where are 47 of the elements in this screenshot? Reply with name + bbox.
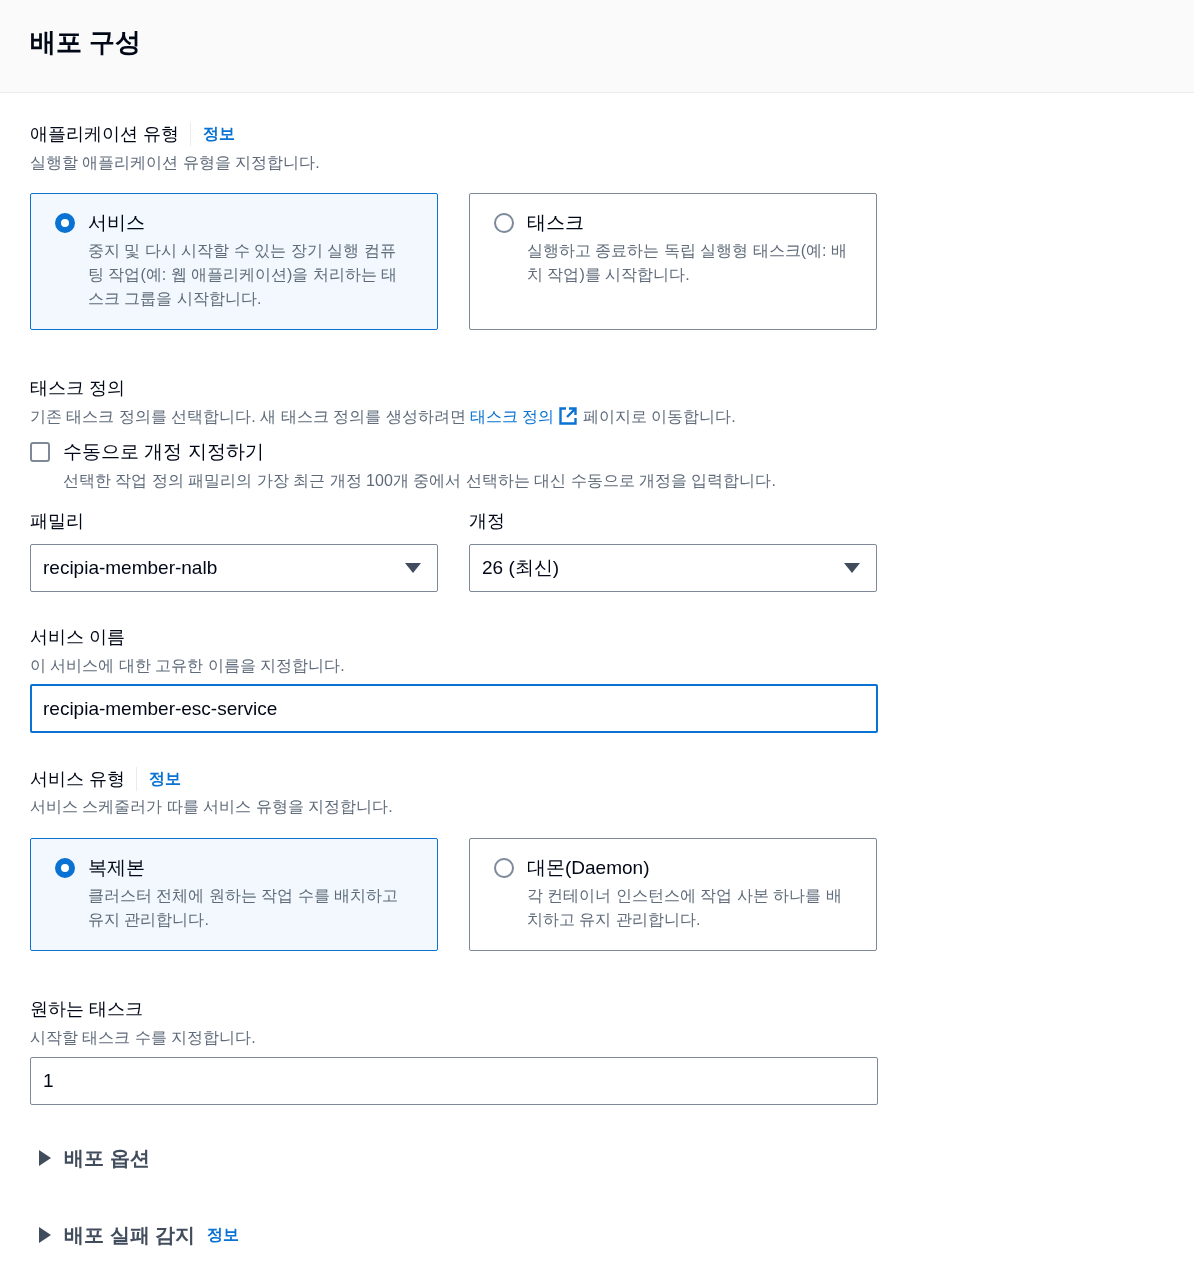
page-title: 배포 구성 xyxy=(30,26,142,58)
text-input[interactable]: recipia-member-esc-service xyxy=(30,684,878,733)
caret-down-icon xyxy=(405,563,421,573)
option-description: 각 컨테이너 인스턴스에 작업 사본 하나를 배치하고 유지 관리합니다. xyxy=(527,886,843,930)
radio-card[interactable]: 복제본 클러스터 전체에 원하는 작업 수를 배치하고 유지 관리합니다. xyxy=(30,838,438,951)
option-title: 태스크 xyxy=(527,211,585,235)
field-label: 패밀리 xyxy=(30,510,84,533)
field-label: 서비스 유형 xyxy=(30,768,125,791)
option-title: 서비스 xyxy=(88,211,146,235)
number-input[interactable]: 1 xyxy=(30,1057,878,1105)
field-label: 태스크 정의 xyxy=(30,377,125,400)
field-label: 서비스 이름 xyxy=(30,626,125,649)
radio-card[interactable]: 서비스 중지 및 다시 시작할 수 있는 장기 실행 컴퓨팅 작업(예: 웹 애플리케이션)을 처리하는 태스크 그룹을 시작합니다. xyxy=(30,193,438,330)
external-link-icon xyxy=(558,406,579,426)
caret-right-icon xyxy=(39,1227,51,1243)
option-description: 클러스터 전체에 원하는 작업 수를 배치하고 유지 관리합니다. xyxy=(88,886,400,930)
field-description: 기존 태스크 정의를 선택합니다. 새 태스크 정의를 생성하려면 태스크 정의 페이지로 이동합니다. xyxy=(30,405,737,428)
info-link[interactable]: 정보 xyxy=(207,1224,240,1246)
caret-right-icon xyxy=(39,1150,51,1166)
radio-button[interactable] xyxy=(494,213,514,233)
radio-button[interactable] xyxy=(494,858,514,878)
info-link[interactable]: 정보 xyxy=(149,768,181,790)
dropdown-select[interactable]: recipia-member-nalb xyxy=(30,544,438,592)
expand-section-button[interactable]: 배포 실패 감지 xyxy=(30,1221,196,1249)
radio-card[interactable]: 태스크 실행하고 종료하는 독립 실행형 태스크(예: 배치 작업)를 시작합니다. xyxy=(469,193,877,330)
option-description: 실행하고 종료하는 독립 실행형 태스크(예: 배치 작업)를 시작합니다. xyxy=(527,241,848,285)
task-definition-link[interactable]: 태스크 정의 xyxy=(470,408,579,425)
checkbox-label: 수동으로 개정 지정하기 xyxy=(63,440,264,464)
checkbox[interactable] xyxy=(30,442,50,462)
option-title: 복제본 xyxy=(88,856,146,880)
field-description: 실행할 애플리케이션 유형을 지정합니다. xyxy=(30,153,321,173)
dropdown-select[interactable]: 26 (최신) xyxy=(469,544,877,592)
option-description: 중지 및 다시 시작할 수 있는 장기 실행 컴퓨팅 작업(예: 웹 애플리케이션)을 처리하는 태스크 그룹을 시작합니다. xyxy=(88,241,399,309)
radio-card[interactable]: 대몬(Daemon) 각 컨테이너 인스턴스에 작업 사본 하나를 배치하고 유지 관리합니다. xyxy=(469,838,877,951)
expand-section-button[interactable]: 배포 옵션 xyxy=(30,1144,150,1172)
radio-button[interactable] xyxy=(55,213,75,233)
checkbox-description: 선택한 작업 정의 패밀리의 가장 최근 개정 100개 중에서 선택하는 대신 수동으로 개정을 입력합니다. xyxy=(63,471,777,491)
field-description: 이 서비스에 대한 고유한 이름을 지정합니다. xyxy=(30,656,346,676)
option-title: 대몬(Daemon) xyxy=(527,856,651,880)
field-label: 애플리케이션 유형 xyxy=(30,123,179,146)
field-label: 개정 xyxy=(469,510,505,533)
radio-button[interactable] xyxy=(55,858,75,878)
info-link[interactable]: 정보 xyxy=(203,123,235,145)
caret-down-icon xyxy=(844,563,860,573)
field-description: 서비스 스케줄러가 따를 서비스 유형을 지정합니다. xyxy=(30,797,394,817)
field-label: 원하는 태스크 xyxy=(30,998,143,1021)
field-description: 시작할 태스크 수를 지정합니다. xyxy=(30,1028,257,1048)
